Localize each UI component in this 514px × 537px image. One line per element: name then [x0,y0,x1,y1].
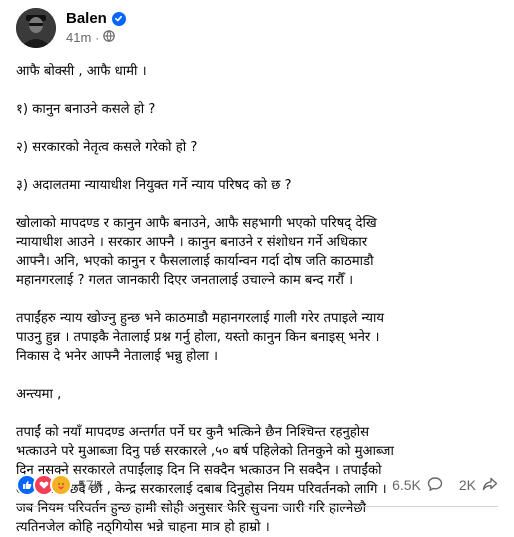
post-text-line: भत्काउने परे मुआब्जा दिनु पर्छ सरकारले ,… [16,444,394,459]
post-text-line: १) कानुन बनाउने कसले हो ? [16,102,156,117]
post-timestamp[interactable]: 41m [66,30,91,45]
post-text-line: पाउनु हुन्न । तपाइकै नेतालाई प्रश्न गर्न… [16,330,380,345]
care-icon [50,474,72,496]
post-stats-bar: 57K 6.5K 2K [16,474,498,496]
author-name[interactable]: Balen [66,10,107,27]
public-globe-icon [103,30,116,45]
comment-count: 6.5K [392,477,421,493]
post-text-line: महानगरलाई ? गलत जानकारी दिएर जनतालाई उचा… [16,273,354,288]
divider [16,506,498,507]
separator-dot: · [95,30,100,45]
post-text-line: जब नियम परिवर्तन हुन्छ हामी सोही अनुसार … [16,501,367,516]
post-text-line: अन्त्यमा , [16,387,62,402]
reaction-count[interactable]: 57K [78,477,103,493]
verified-badge-icon [111,11,126,26]
avatar[interactable] [16,8,56,48]
post-header: Balen 41m · [16,8,496,50]
post-text-line: ३) अदालतमा न्यायाधीश नियुक्त गर्ने न्याय… [16,178,292,193]
post-text-line: तपाईंहरु न्याय खोज्नु हुन्छ भने काठमाडौ … [16,311,385,326]
comment-count-button[interactable]: 6.5K [392,476,443,495]
comment-icon [427,476,443,495]
post-text-line: आफै बोक्सी , आफै धामी । [16,64,147,79]
avatar-image [16,8,56,48]
post-text-line: २) सरकारको नेतृत्व कसले गरेको हो ? [16,140,198,155]
share-count: 2K [458,477,476,493]
post-text-line: निकास दे भनेर आफ्नै नेतालाई भन्नु होला । [16,349,219,364]
post-text-line: त्यतिनजेल कोहि नठ्गियोस भन्ने चाहना मात्… [16,520,270,535]
post-body: आफै बोक्सी , आफै धामी । १) कानुन बनाउने क… [16,62,500,537]
post-text-line: न्यायाधीश आउने । सरकार आफ्नै । कानुन बना… [16,235,368,250]
post-text-line: खोलाको मापदण्ड र कानुन आफै बनाउने, आफै स… [16,216,377,231]
reaction-summary[interactable]: 57K [16,474,103,496]
post-text-line: आफ्नै। अनि, भएको कानुन र फैसलालाई कार्या… [16,254,374,269]
post-text-line: तपाईं को नयाँ मापदण्ड अन्तर्गत पर्ने घर … [16,425,370,440]
share-icon [482,476,498,495]
share-count-button[interactable]: 2K [459,476,498,495]
